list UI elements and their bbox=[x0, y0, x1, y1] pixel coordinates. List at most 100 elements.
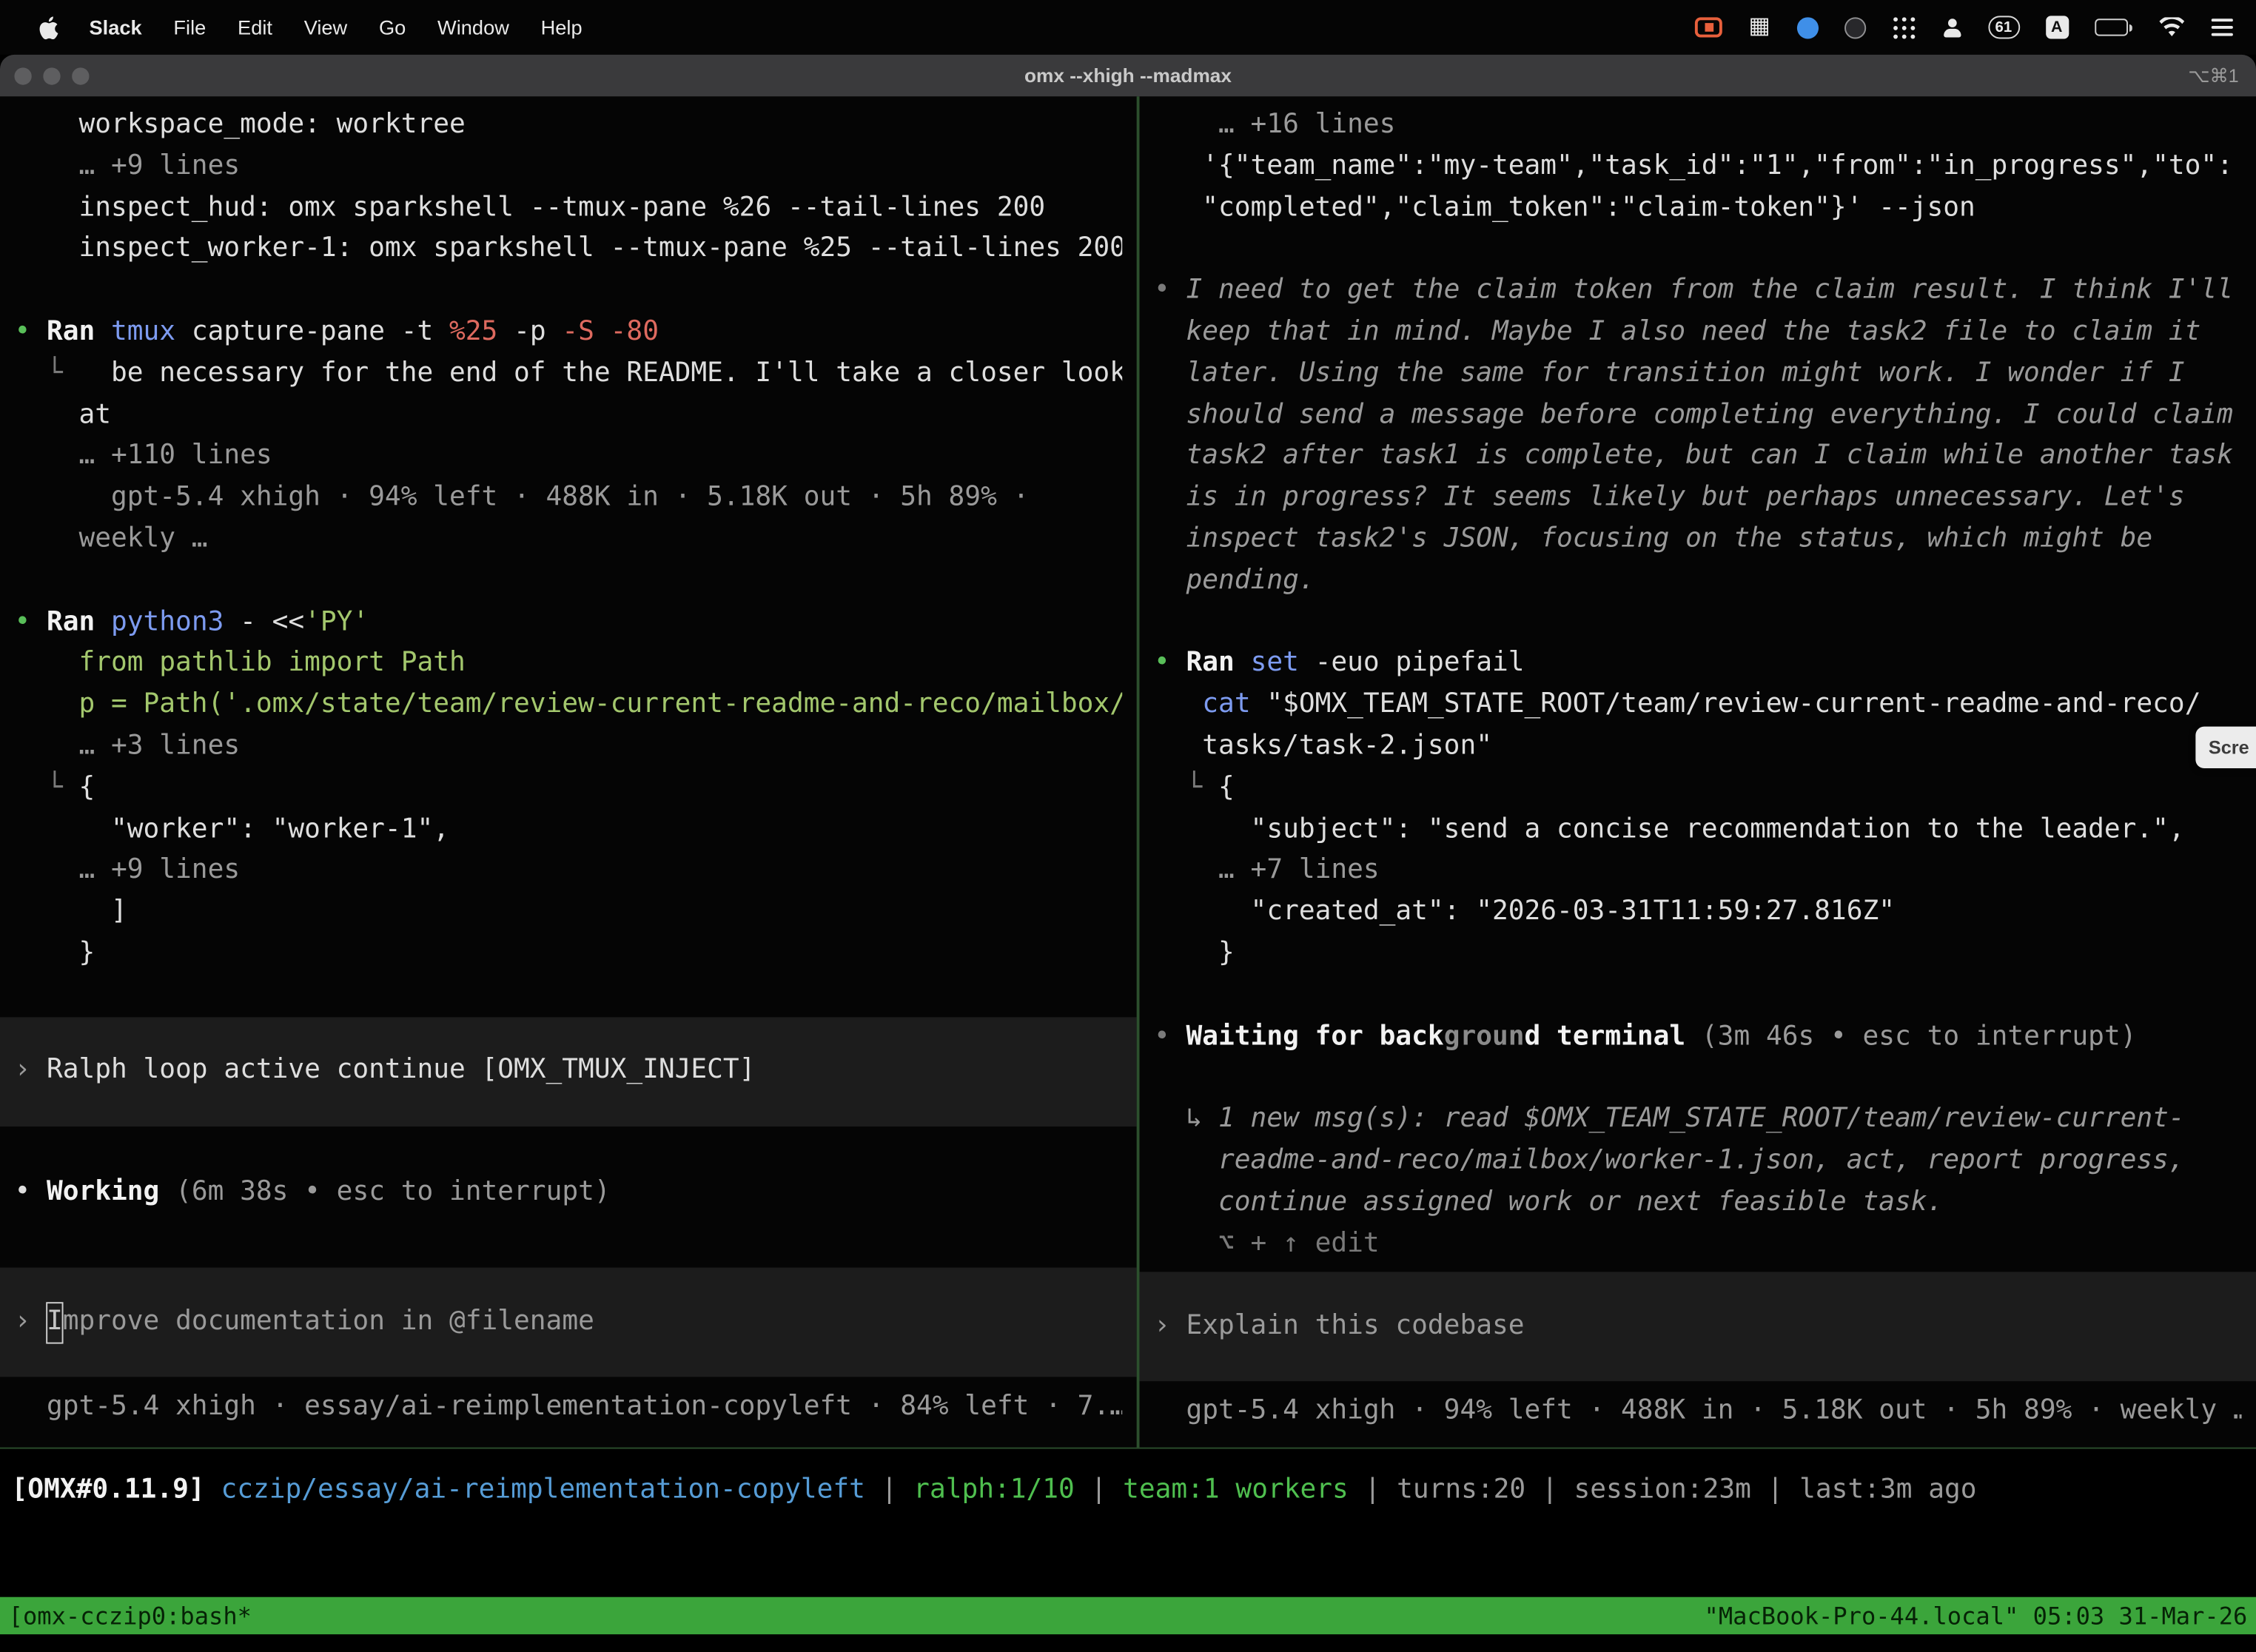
text-segment: I need to get the claim token from the c… bbox=[1186, 275, 2233, 306]
text-segment: '{"team_name":"my-team","task_id":"1","f… bbox=[1154, 151, 2233, 181]
terminal-line: • Ran set -euo pipefail bbox=[1154, 644, 2242, 685]
spacer bbox=[1154, 1382, 2242, 1392]
prompt-input-row[interactable]: › Improve documentation in @filename bbox=[0, 1268, 1137, 1377]
text-segment: › bbox=[14, 1302, 47, 1343]
text-segment: -euo pipefail bbox=[1315, 648, 1525, 678]
omx-status-segment: | bbox=[1075, 1474, 1123, 1505]
text-segment: └ bbox=[1154, 772, 1218, 802]
tmux-session-window[interactable]: [omx-cczip0:bash* bbox=[9, 1602, 252, 1630]
terminal-line bbox=[1154, 602, 2242, 644]
menu-view[interactable]: View bbox=[288, 16, 363, 38]
text-segment: … +3 lines bbox=[14, 731, 240, 761]
text-segment: p = Path('.omx/state/team/review-current… bbox=[14, 689, 1122, 719]
text-segment: • bbox=[14, 317, 47, 347]
menu-lines-icon[interactable] bbox=[2212, 19, 2233, 36]
screen: Slack FileEditViewGoWindowHelp ▦ 61 A bbox=[0, 0, 2256, 1652]
terminal-line bbox=[1154, 975, 2242, 1016]
menu-help[interactable]: Help bbox=[525, 16, 598, 38]
omx-status-segment: turns:20 bbox=[1397, 1474, 1525, 1505]
omx-status-segment: | bbox=[1751, 1474, 1799, 1505]
terminal-line: └ { bbox=[14, 768, 1122, 810]
bottom-gap bbox=[0, 1512, 2256, 1597]
text-segment: Ralph loop active continue [OMX_TMUX_INJ… bbox=[47, 1050, 755, 1092]
terminal: workspace_mode: worktree … +9 lines insp… bbox=[0, 96, 2256, 1448]
prompt-input-row[interactable]: › Ralph loop active continue [OMX_TMUX_I… bbox=[0, 1016, 1137, 1126]
window-title: omx --xhigh --madmax bbox=[0, 64, 2256, 86]
prompt-input-row[interactable]: › Explain this codebase bbox=[1140, 1272, 2256, 1382]
text-segment: ⌥ + ↑ edit bbox=[1154, 1228, 1380, 1258]
active-app-name[interactable]: Slack bbox=[73, 16, 158, 38]
terminal-line: "created_at": "2026-03-31T11:59:27.816Z" bbox=[1154, 892, 2242, 933]
text-segment: tasks/task-2.json" bbox=[1154, 731, 1492, 761]
zoom-button[interactable] bbox=[72, 67, 89, 84]
terminal-line: } bbox=[14, 933, 1122, 975]
spacer bbox=[14, 1213, 1122, 1268]
input-source-icon[interactable]: A bbox=[2045, 16, 2068, 38]
text-segment: └ bbox=[14, 358, 111, 389]
tmux-host-clock: "MacBook-Pro-44.local" 05:03 31-Mar-26 bbox=[1705, 1602, 2248, 1630]
text-segment: • bbox=[14, 606, 47, 637]
apple-menu[interactable] bbox=[23, 15, 73, 39]
battery-icon[interactable] bbox=[2094, 19, 2132, 36]
terminal-line: task2 after task1 is complete, but can I… bbox=[1154, 437, 2242, 478]
terminal-line: └ { bbox=[1154, 768, 2242, 810]
menu-window[interactable]: Window bbox=[422, 16, 526, 38]
window-grid-icon[interactable]: ▦ bbox=[1749, 16, 1770, 38]
screen-pill-overlay[interactable]: Scre bbox=[2195, 727, 2256, 768]
text-segment: • bbox=[14, 1176, 47, 1206]
text-segment: d terminal bbox=[1525, 1021, 1686, 1051]
screen-recording-indicator[interactable] bbox=[1696, 17, 1723, 37]
omx-status-segment: | bbox=[865, 1474, 913, 1505]
text-segment: … +16 lines bbox=[1154, 110, 1395, 140]
text-segment: } bbox=[1154, 938, 1235, 968]
omx-status-segment: last:3m ago bbox=[1799, 1474, 1976, 1505]
menu-go[interactable]: Go bbox=[363, 16, 422, 38]
text-segment: • bbox=[1154, 275, 1186, 306]
bottom-black-strip bbox=[0, 1634, 2256, 1651]
omx-status-segment: team:1 workers bbox=[1123, 1474, 1349, 1505]
text-segment: capture-pane -t bbox=[192, 317, 449, 347]
pane-left[interactable]: workspace_mode: worktree … +9 lines insp… bbox=[0, 96, 1137, 1447]
person-icon[interactable] bbox=[1940, 16, 1961, 38]
pane-right[interactable]: … +16 lines '{"team_name":"my-team","tas… bbox=[1140, 96, 2256, 1447]
apps-grid-icon[interactable] bbox=[1891, 16, 1914, 38]
menu-bar: Slack FileEditViewGoWindowHelp ▦ 61 A bbox=[0, 0, 2256, 55]
menu-edit[interactable]: Edit bbox=[222, 16, 289, 38]
terminal-line bbox=[14, 271, 1122, 312]
app-icon-blue[interactable] bbox=[1796, 16, 1818, 38]
text-segment: › bbox=[1154, 1306, 1186, 1348]
terminal-line: • Ran python3 - <<'PY' bbox=[14, 602, 1122, 644]
text-segment: "$OMX_TEAM_STATE_ROOT/team/review-curren… bbox=[1266, 689, 2200, 719]
terminal-line: should send a message before completing … bbox=[1154, 395, 2242, 437]
text-segment: Working bbox=[47, 1176, 159, 1206]
tmux-status-bar: [omx-cczip0:bash* "MacBook-Pro-44.local"… bbox=[0, 1597, 2256, 1635]
battery-percent-badge[interactable]: 61 bbox=[1987, 16, 2019, 38]
text-segment: … +9 lines bbox=[14, 151, 240, 181]
terminal-line: inspect_worker-1: omx sparkshell --tmux-… bbox=[14, 229, 1122, 271]
wifi-icon[interactable] bbox=[2158, 16, 2186, 38]
spacer bbox=[14, 1377, 1122, 1388]
text-segment: readme-and-reco/mailbox/worker-1.json, a… bbox=[1154, 1145, 2185, 1175]
text-segment: "worker": "worker-1", bbox=[14, 813, 449, 844]
terminal-line: tasks/task-2.json" bbox=[1154, 727, 2242, 768]
text-segment: I bbox=[47, 1302, 63, 1343]
terminal-line: from pathlib import Path bbox=[14, 644, 1122, 685]
minimize-button[interactable] bbox=[43, 67, 60, 84]
text-segment: -p bbox=[497, 317, 562, 347]
omx-status-segment: [OMX#0.11.9] bbox=[12, 1474, 221, 1505]
text-segment: gpt-5.4 xhigh · 94% left · 488K in · 5.1… bbox=[1154, 1396, 2242, 1426]
terminal-line: inspect task2's JSON, focusing on the st… bbox=[1154, 520, 2242, 561]
terminal-line: ] bbox=[14, 892, 1122, 933]
terminal-line: … +9 lines bbox=[14, 851, 1122, 893]
menu-items: FileEditViewGoWindowHelp bbox=[158, 16, 598, 38]
omx-status-segment: session:23m bbox=[1574, 1474, 1750, 1505]
terminal-line: inspect_hud: omx sparkshell --tmux-pane … bbox=[14, 188, 1122, 229]
terminal-line: weekly … bbox=[14, 520, 1122, 561]
menu-file[interactable]: File bbox=[158, 16, 222, 38]
close-button[interactable] bbox=[14, 67, 31, 84]
text-segment: • bbox=[1154, 648, 1186, 678]
text-segment bbox=[1154, 689, 1202, 719]
app-icon-dark[interactable] bbox=[1844, 16, 1865, 38]
text-segment: { bbox=[78, 772, 95, 802]
text-segment: 'PY' bbox=[304, 606, 369, 637]
